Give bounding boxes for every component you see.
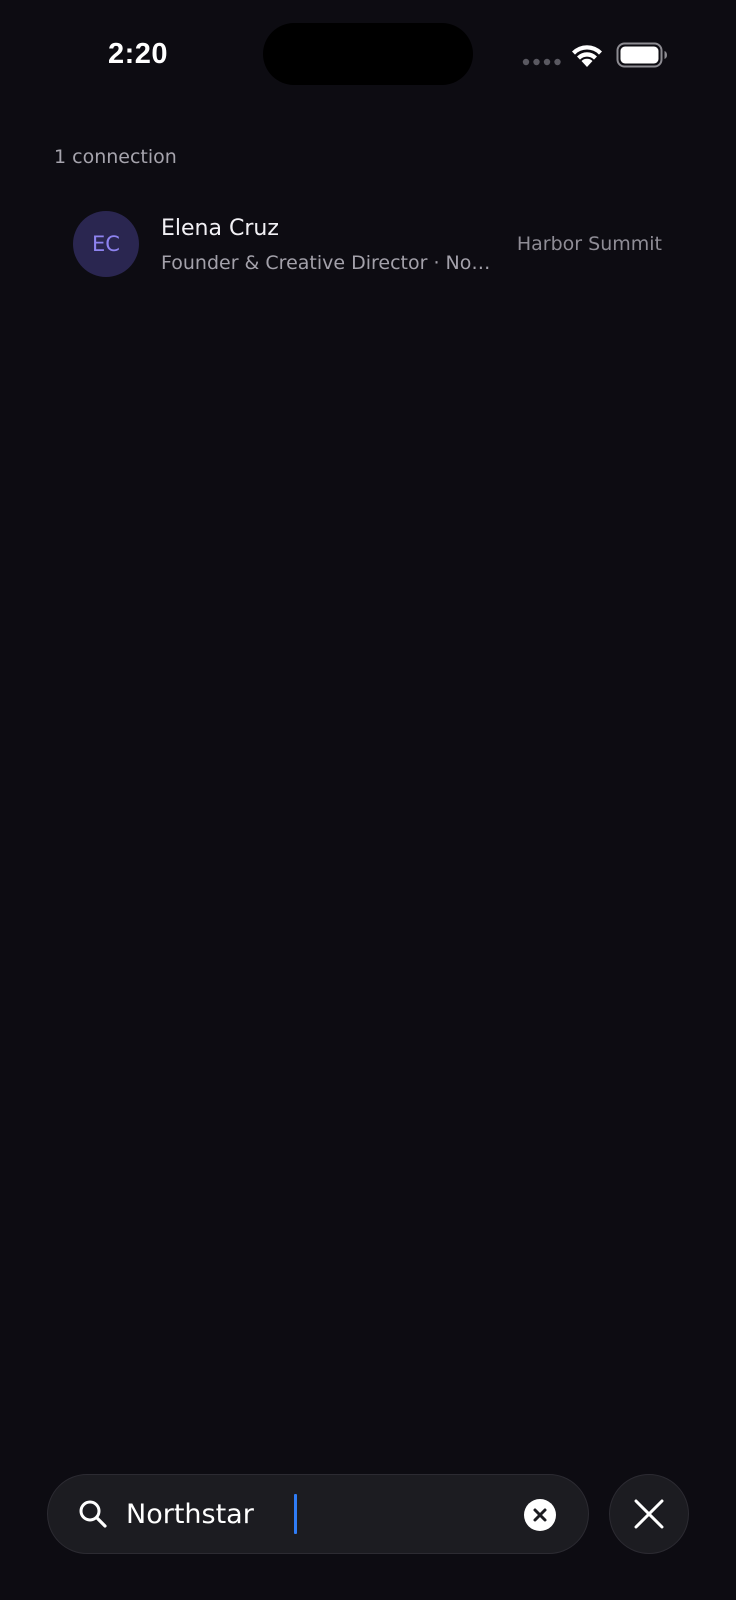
- close-search-button[interactable]: [609, 1474, 689, 1554]
- connection-event: Harbor Summit: [516, 233, 662, 255]
- connection-subtitle: Founder & Creative Director · Northstar: [161, 252, 493, 274]
- avatar: EC: [73, 211, 139, 277]
- search-bar: [47, 1474, 589, 1554]
- clear-search-button[interactable]: [524, 1499, 556, 1531]
- clear-icon: [533, 1508, 547, 1522]
- connection-row[interactable]: EC Elena Cruz Founder & Creative Directo…: [56, 200, 680, 290]
- connection-name: Elena Cruz: [161, 216, 279, 241]
- search-input[interactable]: [126, 1491, 506, 1537]
- dynamic-island: [263, 23, 473, 85]
- battery-icon: [616, 42, 667, 68]
- connections-search-screen: 2:20 1 connection EC Elena Cruz Founder …: [0, 0, 736, 1600]
- status-time: 2:20: [108, 38, 169, 70]
- results-count: 1 connection: [54, 146, 177, 168]
- search-icon: [79, 1500, 107, 1528]
- wifi-icon: [572, 45, 602, 67]
- cellular-dots-icon: [522, 58, 561, 66]
- close-icon: [634, 1499, 664, 1529]
- text-caret: [294, 1494, 297, 1534]
